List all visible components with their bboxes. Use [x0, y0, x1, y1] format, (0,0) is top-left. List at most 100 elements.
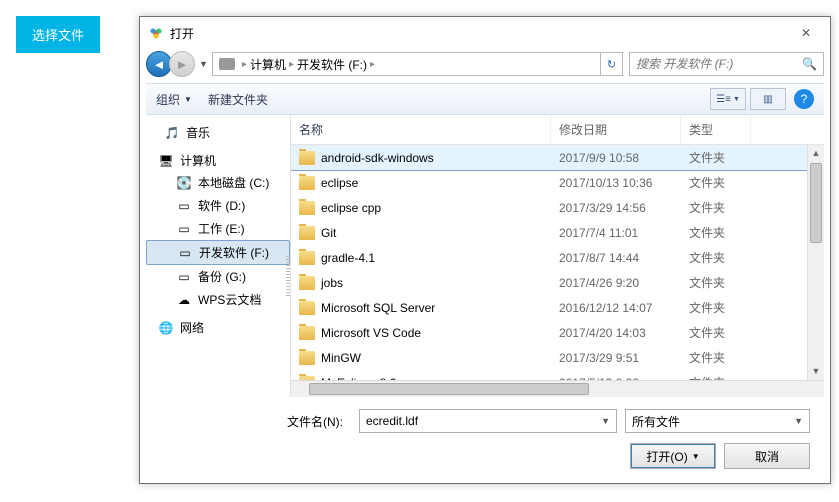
file-date: 2017/3/29 9:51: [551, 349, 681, 367]
file-date: 2017/7/4 11:01: [551, 224, 681, 242]
tree-item-music[interactable]: 🎵音乐: [146, 121, 290, 144]
file-type: 文件夹: [681, 372, 751, 380]
organize-menu[interactable]: 组织▼: [156, 91, 192, 108]
dialog-footer: 文件名(N): ▼ 所有文件 ▼ 打开(O)▼ 取消: [146, 397, 824, 483]
file-name: Microsoft VS Code: [321, 326, 421, 340]
scroll-thumb[interactable]: [309, 383, 589, 395]
tree-item-drive[interactable]: ▭ 备份 (G:): [146, 265, 290, 288]
tree-item-drive[interactable]: ▭开发软件 (F:): [146, 240, 290, 265]
scroll-up-arrow[interactable]: ▲: [808, 145, 824, 162]
file-row[interactable]: android-sdk-windows2017/9/9 10:58文件夹: [291, 145, 824, 171]
file-type: 文件夹: [681, 147, 751, 168]
tree-resize-grip[interactable]: [286, 256, 290, 296]
drive-label: 本地磁盘 (C:): [198, 174, 269, 191]
search-icon: 🔍: [802, 57, 817, 71]
nav-history-dropdown[interactable]: ▼: [199, 59, 208, 69]
file-name: eclipse: [321, 176, 358, 190]
file-row[interactable]: jobs2017/4/26 9:20文件夹: [291, 270, 824, 295]
drive-icon: ▭: [176, 222, 192, 236]
file-name: eclipse cpp: [321, 201, 381, 215]
navigation-tree: 🎵音乐 🖥计算机 💽本地磁盘 (C:)▭软件 (D:)▭工作 (E:)▭开发软件…: [146, 115, 291, 397]
tree-item-computer[interactable]: 🖥计算机: [146, 144, 290, 171]
tree-item-drive[interactable]: ☁WPS云文档: [146, 288, 290, 311]
filename-input[interactable]: [366, 414, 610, 428]
drive-icon: ▭: [177, 246, 193, 260]
breadcrumb[interactable]: ▸ 计算机 ▸ 开发软件 (F:) ▸: [212, 52, 601, 76]
horizontal-scrollbar[interactable]: [291, 380, 824, 397]
open-file-dialog: 打开 ✕ ◄ ► ▼ ▸ 计算机 ▸ 开发软件 (F:) ▸ ↻ 🔍 组织▼ 新…: [139, 16, 831, 484]
file-row[interactable]: gradle-4.1 2017/8/7 14:44文件夹: [291, 245, 824, 270]
chevron-down-icon[interactable]: ▼: [601, 416, 610, 426]
folder-icon: [299, 251, 315, 265]
file-type: 文件夹: [681, 197, 751, 218]
file-type: 文件夹: [681, 297, 751, 318]
file-row[interactable]: MyEclipse-8.62017/5/13 8:32文件夹: [291, 370, 824, 380]
file-filter-dropdown[interactable]: 所有文件 ▼: [625, 409, 810, 433]
tree-item-network[interactable]: 🌐网络: [146, 311, 290, 338]
select-file-button[interactable]: 选择文件: [16, 16, 100, 53]
chevron-right-icon[interactable]: ▸: [370, 59, 375, 70]
nav-bar: ◄ ► ▼ ▸ 计算机 ▸ 开发软件 (F:) ▸ ↻ 🔍: [146, 49, 824, 79]
scroll-down-arrow[interactable]: ▼: [808, 363, 824, 380]
file-name: Git: [321, 226, 336, 240]
drive-icon: ▭: [176, 270, 192, 284]
chevron-down-icon[interactable]: ▼: [794, 416, 803, 426]
preview-pane-button[interactable]: ▥: [750, 88, 786, 110]
new-folder-button[interactable]: 新建文件夹: [208, 91, 268, 108]
column-date[interactable]: 修改日期: [551, 115, 681, 144]
chevron-right-icon[interactable]: ▸: [242, 59, 247, 70]
file-date: 2017/8/7 14:44: [551, 249, 681, 267]
tree-item-drive[interactable]: ▭工作 (E:): [146, 217, 290, 240]
network-icon: 🌐: [158, 321, 174, 335]
chevron-right-icon[interactable]: ▸: [289, 59, 294, 70]
close-icon[interactable]: ✕: [790, 26, 822, 41]
folder-icon: [299, 176, 315, 190]
vertical-scrollbar[interactable]: ▲ ▼: [807, 145, 824, 380]
titlebar: 打开 ✕: [140, 17, 830, 49]
file-row[interactable]: Microsoft VS Code2017/4/20 14:03文件夹: [291, 320, 824, 345]
file-row[interactable]: Git 2017/7/4 11:01文件夹: [291, 220, 824, 245]
file-date: 2017/3/29 14:56: [551, 199, 681, 217]
file-type: 文件夹: [681, 247, 751, 268]
file-date: 2017/10/13 10:36: [551, 174, 681, 192]
refresh-button[interactable]: ↻: [601, 52, 623, 76]
cancel-button[interactable]: 取消: [724, 443, 810, 469]
view-mode-button[interactable]: ☰≡▼: [710, 88, 746, 110]
drive-label: 软件 (D:): [198, 197, 245, 214]
drive-icon: 💽: [176, 176, 192, 190]
drive-label: WPS云文档: [198, 291, 261, 308]
folder-icon: [299, 351, 315, 365]
file-name: android-sdk-windows: [321, 151, 434, 165]
search-input[interactable]: [636, 57, 817, 71]
breadcrumb-segment[interactable]: 开发软件 (F:): [297, 56, 367, 73]
file-row[interactable]: MinGW 2017/3/29 9:51文件夹: [291, 345, 824, 370]
drive-label: 备份 (G:): [198, 268, 246, 285]
file-type: 文件夹: [681, 322, 751, 343]
file-type: 文件夹: [681, 222, 751, 243]
file-row[interactable]: eclipse cpp 2017/3/29 14:56文件夹: [291, 195, 824, 220]
column-headers: 名称 修改日期 类型: [291, 115, 824, 145]
search-box[interactable]: 🔍: [629, 52, 824, 76]
file-name: gradle-4.1: [321, 251, 375, 265]
file-row[interactable]: Microsoft SQL Server2016/12/12 14:07文件夹: [291, 295, 824, 320]
drive-icon: [219, 58, 235, 70]
filename-field[interactable]: ▼: [359, 409, 617, 433]
folder-icon: [299, 276, 315, 290]
file-type: 文件夹: [681, 347, 751, 368]
breadcrumb-segment[interactable]: 计算机: [250, 56, 286, 73]
tree-item-drive[interactable]: ▭软件 (D:): [146, 194, 290, 217]
scroll-thumb[interactable]: [810, 163, 822, 243]
app-icon: [148, 25, 164, 41]
help-button[interactable]: ?: [794, 89, 814, 109]
computer-icon: 🖥: [158, 154, 174, 168]
nav-forward-button: ►: [169, 51, 195, 77]
tree-item-drive[interactable]: 💽 本地磁盘 (C:): [146, 171, 290, 194]
folder-icon: [299, 326, 315, 340]
folder-icon: [299, 151, 315, 165]
folder-icon: [299, 201, 315, 215]
column-type[interactable]: 类型: [681, 115, 751, 144]
column-name[interactable]: 名称: [291, 115, 551, 144]
open-button[interactable]: 打开(O)▼: [630, 443, 716, 469]
file-row[interactable]: eclipse2017/10/13 10:36文件夹: [291, 170, 824, 195]
file-name: MinGW: [321, 351, 361, 365]
